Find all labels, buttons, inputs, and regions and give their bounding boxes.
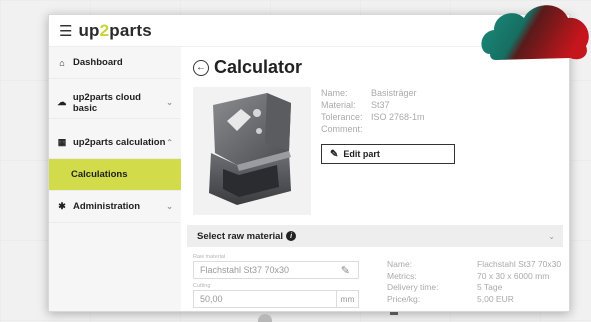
sidebar-item-label: Calculations — [71, 169, 128, 180]
detail-value: 70 x 30 x 6000 mm — [477, 270, 550, 281]
raw-material-field[interactable]: Flachstahl St37 70x30 ✎ — [193, 261, 359, 279]
sidebar-item-calculation[interactable]: ▦ up2parts calculation ⌃ — [49, 127, 181, 159]
logo-suffix: parts — [109, 20, 152, 40]
chevron-down-icon: ⌄ — [166, 98, 173, 107]
sidebar-item-administration[interactable]: ✱ Administration ⌄ — [49, 191, 181, 223]
detail-value: St37 — [371, 100, 390, 110]
material-row-name: Name: Flachstahl St37 70x30 — [387, 259, 561, 271]
decorative-shape — [258, 314, 272, 322]
raw-material-header[interactable]: Select raw material i ⌄ — [187, 225, 563, 247]
detail-key: Name: — [387, 259, 413, 269]
detail-key: Material: — [321, 100, 356, 110]
material-row-delivery: Delivery time: 5 Tage — [387, 282, 561, 294]
detail-value: Flachstahl St37 70x30 — [477, 259, 562, 269]
material-row-price: Price/kg: 5,00 EUR — [387, 294, 561, 306]
cutting-input[interactable]: 50,00 mm — [193, 290, 359, 308]
part-3d-render — [209, 93, 291, 205]
part-details: Name: Basisträger Material: St37 Toleran… — [321, 87, 425, 135]
edit-part-label: Edit part — [343, 149, 380, 159]
detail-key: Tolerance: — [321, 112, 363, 122]
sidebar-item-label: Dashboard — [73, 57, 123, 68]
detail-key: Name: — [321, 88, 348, 98]
detail-value: ISO 2768-1m — [371, 112, 425, 122]
decorative-mark — [390, 312, 398, 315]
detail-key: Delivery time: — [387, 282, 439, 292]
cutting-value: 50,00 — [200, 294, 223, 304]
part-image — [193, 87, 311, 215]
page-title: Calculator — [214, 57, 303, 77]
edit-part-button[interactable]: ✎ Edit part — [321, 144, 455, 164]
sidebar-item-cloud-basic[interactable]: ☁ up2parts cloud basic ⌄ — [49, 87, 181, 119]
app-logo[interactable]: up2parts — [78, 21, 151, 41]
cloud-icon: ☁ — [57, 97, 67, 107]
detail-key: Price/kg: — [387, 293, 421, 304]
raw-material-title: Select raw material — [197, 230, 284, 242]
sidebar-item-dashboard[interactable]: ⌂ Dashboard — [49, 47, 181, 79]
info-icon[interactable]: i — [286, 231, 297, 241]
chevron-down-icon: ⌄ — [548, 231, 555, 241]
detail-value: 5,00 EUR — [477, 293, 514, 304]
pencil-icon: ✎ — [330, 148, 339, 160]
main-content: ← Calculator Name: Basisträger Material:… — [181, 47, 569, 311]
detail-row-name: Name: Basisträger — [321, 87, 425, 99]
material-row-metrics: Metrics: 70 x 30 x 6000 mm — [387, 271, 561, 283]
home-icon: ⌂ — [59, 57, 65, 68]
raw-material-label: Raw material — [193, 254, 226, 260]
gear-icon: ✱ — [58, 201, 66, 211]
sidebar-item-calculations[interactable]: Calculations — [49, 159, 181, 191]
cloud-brand-icon — [481, 5, 589, 60]
detail-row-tolerance: Tolerance: ISO 2768-1m — [321, 111, 425, 123]
material-details: Name: Flachstahl St37 70x30 Metrics: 70 … — [387, 259, 561, 305]
detail-value: 5 Tage — [477, 282, 503, 292]
raw-material-value: Flachstahl St37 70x30 — [200, 265, 290, 275]
cutting-unit: mm — [336, 291, 358, 307]
detail-value: Basisträger — [371, 88, 417, 98]
detail-key: Comment: — [321, 124, 363, 134]
sidebar-item-label: Administration — [73, 201, 141, 212]
sidebar-item-label: up2parts cloud basic — [72, 91, 141, 114]
sidebar-item-label: up2parts calculation — [73, 137, 166, 148]
chevron-down-icon: ⌄ — [166, 202, 173, 211]
chevron-up-icon: ⌃ — [166, 138, 173, 147]
cutting-label: Cutting — [193, 283, 211, 289]
detail-row-material: Material: St37 — [321, 99, 425, 111]
sidebar: ⌂ Dashboard ☁ up2parts cloud basic ⌄ ▦ u… — [49, 47, 181, 311]
calculator-icon: ▦ — [57, 137, 67, 147]
back-arrow-icon[interactable]: ← — [193, 59, 209, 76]
logo-accent: 2 — [99, 20, 110, 40]
hamburger-icon[interactable]: ☰ — [59, 22, 72, 40]
detail-row-comment: Comment: — [321, 123, 425, 135]
title-row: ← Calculator — [193, 57, 302, 78]
detail-key: Metrics: — [387, 270, 417, 281]
pencil-icon[interactable]: ✎ — [341, 264, 350, 277]
logo-prefix: up — [78, 20, 100, 40]
